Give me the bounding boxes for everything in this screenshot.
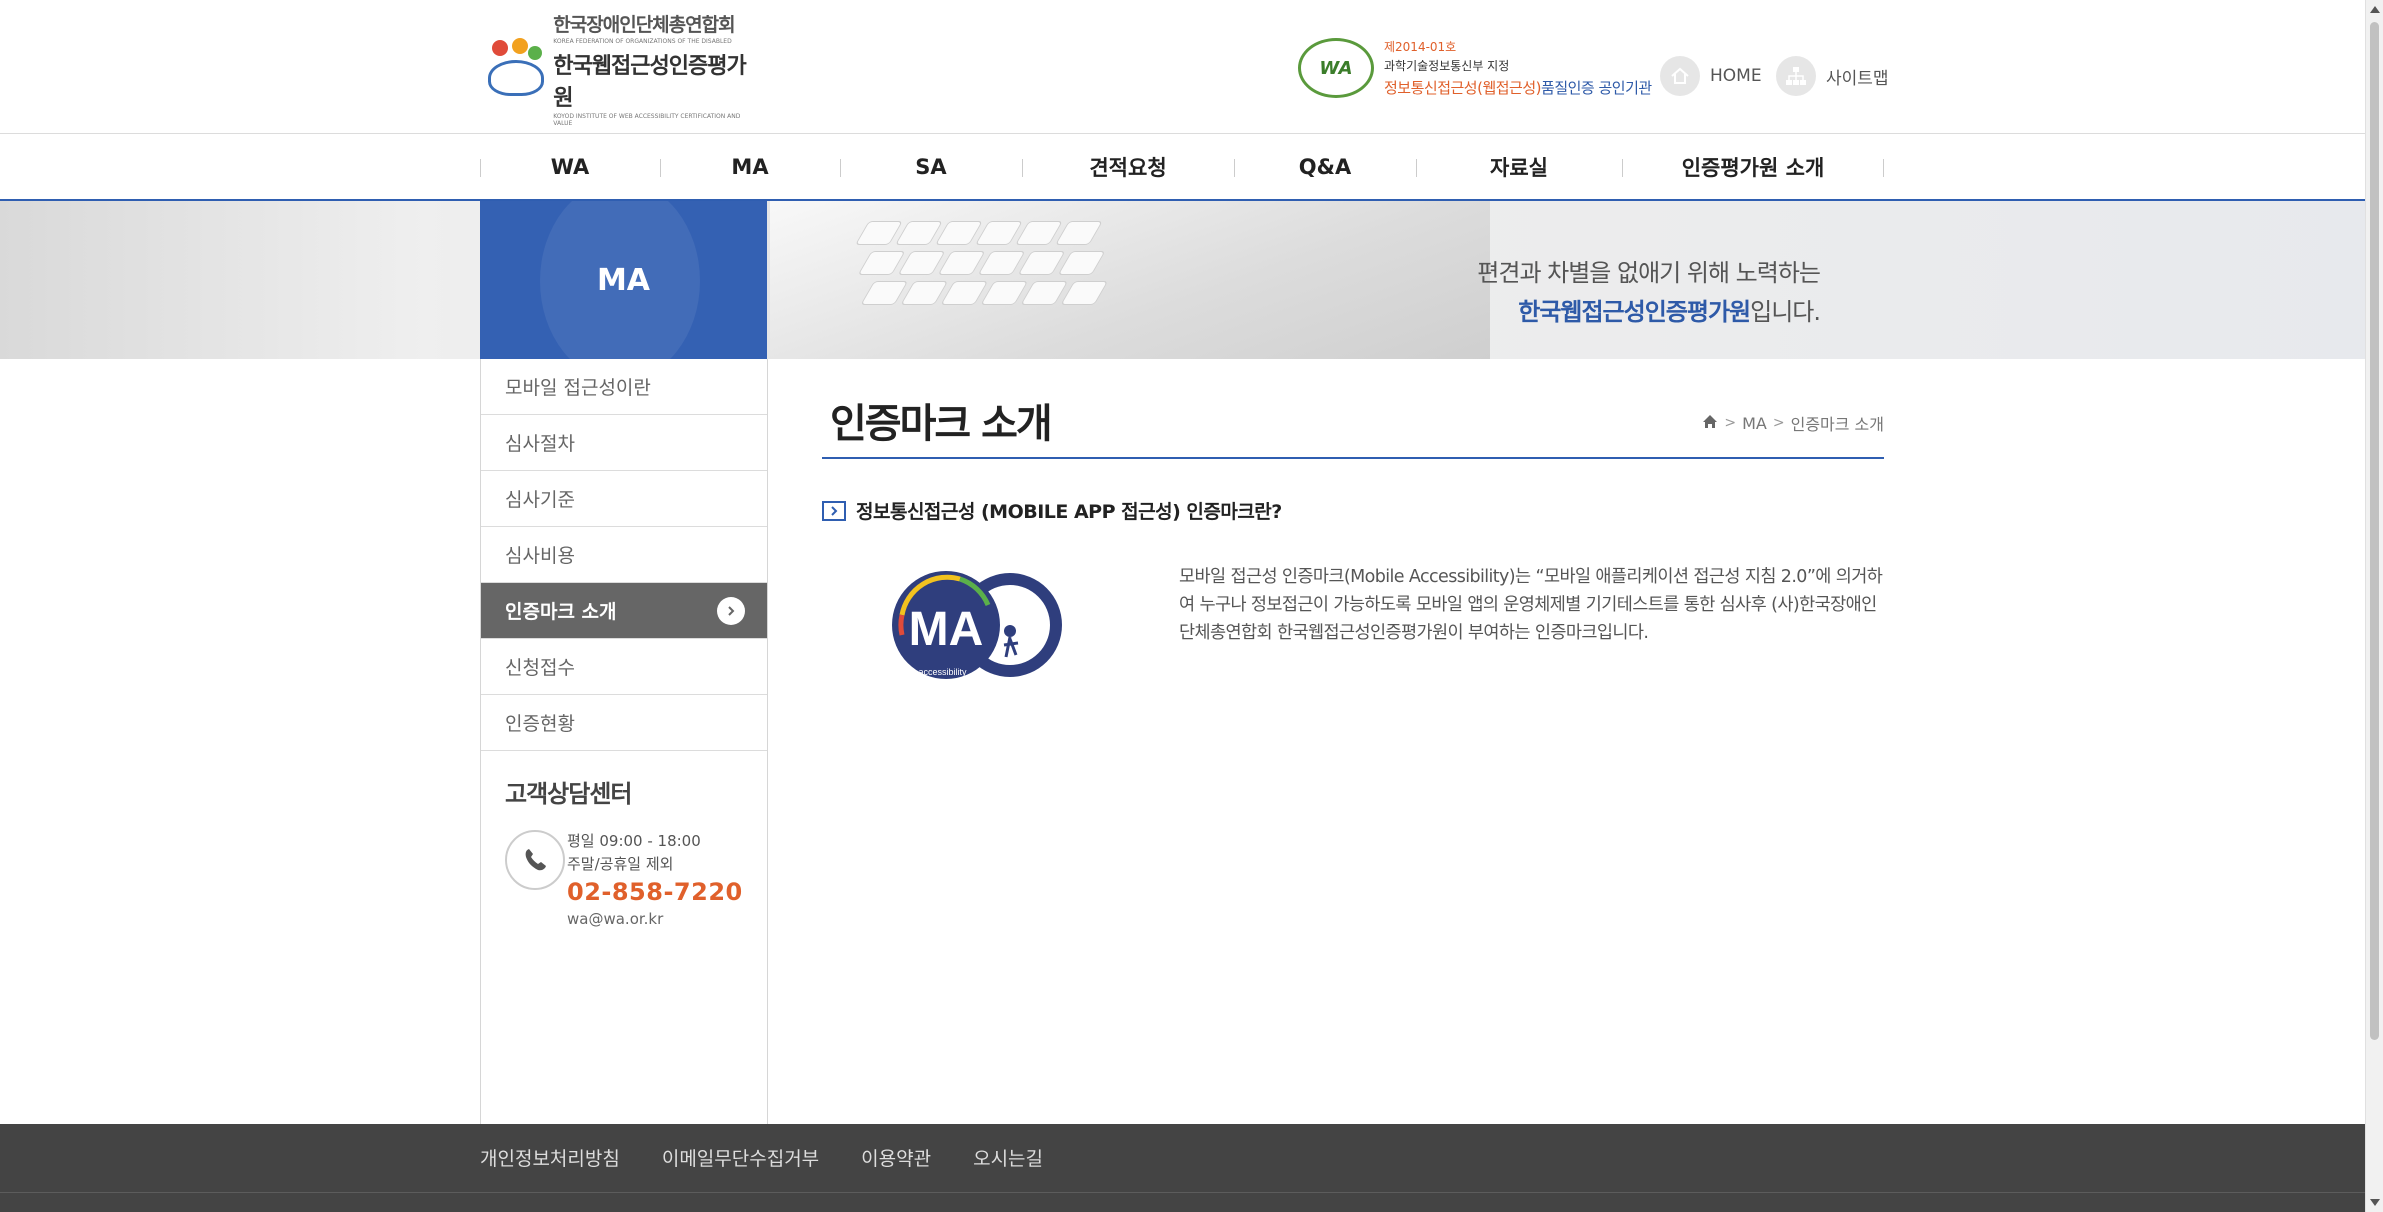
chevron-right-icon: > (1724, 415, 1737, 431)
subheading-text: 정보통신접근성 (MOBILE APP 접근성) 인증마크란? (856, 501, 1282, 523)
gnb-item-qna[interactable]: Q&A (1234, 135, 1416, 199)
ma-mark-caption: Mobile accessibility (889, 667, 967, 677)
weekday-hours: 평일 09:00 - 18:00 (567, 832, 701, 850)
scroll-up-icon[interactable] (2370, 6, 2380, 13)
cert-description: 정보통신접근성(웹접근성)품질인증 공인기관 (1384, 79, 1652, 97)
gnb-item-wa[interactable]: WA (480, 135, 660, 199)
contact-email[interactable]: wa@wa.or.kr (567, 910, 743, 928)
gnb-item-quote[interactable]: 견적요청 (1022, 135, 1234, 199)
global-nav: WA MA SA 견적요청 Q&A 자료실 인증평가원 소개 (0, 135, 2365, 201)
cert-ministry: 과학기술정보통신부 지정 (1384, 59, 1510, 73)
page-scrollbar[interactable] (2365, 0, 2383, 1212)
footer-link-terms[interactable]: 이용약관 (861, 1144, 931, 1171)
home-label: HOME (1710, 66, 1762, 86)
ma-mark-text: MA (909, 603, 984, 656)
lnb-item-mobile-accessibility[interactable]: 모바일 접근성이란 (481, 359, 767, 415)
phone-icon (505, 830, 565, 890)
scrollbar-thumb[interactable] (2370, 22, 2379, 1040)
arrow-right-box-icon (822, 500, 846, 521)
phone-number: 02-858-7220 (567, 878, 743, 906)
chevron-right-icon (717, 597, 745, 625)
section-title-text: MA (596, 262, 651, 298)
breadcrumb: > MA > 인증마크 소개 (1702, 411, 1884, 435)
footer-link-directions[interactable]: 오시는길 (973, 1144, 1043, 1171)
section-subheading: 정보통신접근성 (MOBILE APP 접근성) 인증마크란? (822, 497, 1282, 524)
lnb-item-cert-mark-label: 인증마크 소개 (505, 601, 617, 623)
site-footer: 개인정보처리방침 이메일무단수집거부 이용약관 오시는길 (0, 1124, 2365, 1212)
visual-banner: 편견과 차별을 없애기 위해 노력하는 한국웹접근성인증평가원입니다. (0, 201, 2365, 359)
logo-org-name: 한국장애인단체총연합회 (553, 13, 735, 36)
certification-info: WA 제2014-01호 과학기술정보통신부 지정 정보통신접근성(웹접근성)품… (1298, 38, 1652, 98)
left-nav: 모바일 접근성이란 심사절차 심사기준 심사비용 인증마크 소개 신청접수 인증… (480, 359, 768, 1124)
customer-center: 고객상담센터 평일 09:00 - 18:00 주말/공휴일 제외 02-858… (505, 774, 755, 928)
lnb-item-status[interactable]: 인증현황 (481, 695, 767, 751)
gnb-item-library[interactable]: 자료실 (1416, 135, 1622, 199)
slogan-line1: 편견과 차별을 없애기 위해 노력하는 (1477, 259, 1821, 287)
gnb-item-about[interactable]: 인증평가원 소개 (1622, 135, 1884, 199)
chevron-right-icon: > (1772, 415, 1785, 431)
logo-institute-name-en: KOYOD INSTITUTE OF WEB ACCESSIBILITY CER… (553, 112, 741, 127)
site-header: 한국장애인단체총연합회 KOREA FEDERATION OF ORGANIZA… (0, 0, 2365, 134)
home-icon[interactable] (1702, 414, 1718, 433)
logo-emblem (484, 36, 545, 100)
lnb-item-procedure[interactable]: 심사절차 (481, 415, 767, 471)
sitemap-icon (1776, 56, 1816, 96)
lnb-item-criteria[interactable]: 심사기준 (481, 471, 767, 527)
sitemap-link[interactable]: 사이트맵 (1776, 56, 1889, 96)
cert-mark-description: 모바일 접근성 인증마크(Mobile Accessibility)는 “모바일… (1179, 567, 1883, 643)
section-title: MA (480, 201, 767, 359)
site-logo[interactable]: 한국장애인단체총연합회 KOREA FEDERATION OF ORGANIZA… (484, 14, 756, 127)
customer-center-title: 고객상담센터 (505, 780, 632, 808)
weekend-notice: 주말/공휴일 제외 (567, 855, 674, 873)
logo-org-name-en: KOREA FEDERATION OF ORGANIZATIONS OF THE… (553, 37, 732, 45)
scroll-down-icon[interactable] (2370, 1199, 2380, 1206)
sitemap-label: 사이트맵 (1826, 68, 1889, 89)
lnb-item-cert-mark[interactable]: 인증마크 소개 (481, 583, 767, 639)
ma-cert-mark: MA Mobile accessibility (888, 565, 1068, 685)
breadcrumb-item-current: 인증마크 소개 (1790, 415, 1884, 434)
gnb-item-sa[interactable]: SA (840, 135, 1022, 199)
cert-number: 제2014-01호 (1384, 40, 1457, 54)
footer-link-email-refusal[interactable]: 이메일무단수집거부 (662, 1144, 819, 1171)
wa-cert-badge-icon: WA (1298, 38, 1374, 98)
logo-institute-name: 한국웹접근성인증평가원 (553, 53, 746, 111)
page-title: 인증마크 소개 (830, 401, 1053, 447)
home-icon (1660, 56, 1700, 96)
slogan-line2: 한국웹접근성인증평가원입니다. (1518, 298, 1821, 326)
breadcrumb-item-ma[interactable]: MA (1742, 414, 1767, 433)
lnb-item-application[interactable]: 신청접수 (481, 639, 767, 695)
gnb-item-ma[interactable]: MA (660, 135, 840, 199)
lnb-item-cost[interactable]: 심사비용 (481, 527, 767, 583)
banner-slogan: 편견과 차별을 없애기 위해 노력하는 한국웹접근성인증평가원입니다. (1440, 253, 1821, 327)
keyboard-keys (785, 211, 1374, 331)
home-link[interactable]: HOME (1660, 56, 1762, 96)
title-divider (822, 457, 1884, 459)
footer-link-privacy[interactable]: 개인정보처리방침 (480, 1144, 620, 1171)
